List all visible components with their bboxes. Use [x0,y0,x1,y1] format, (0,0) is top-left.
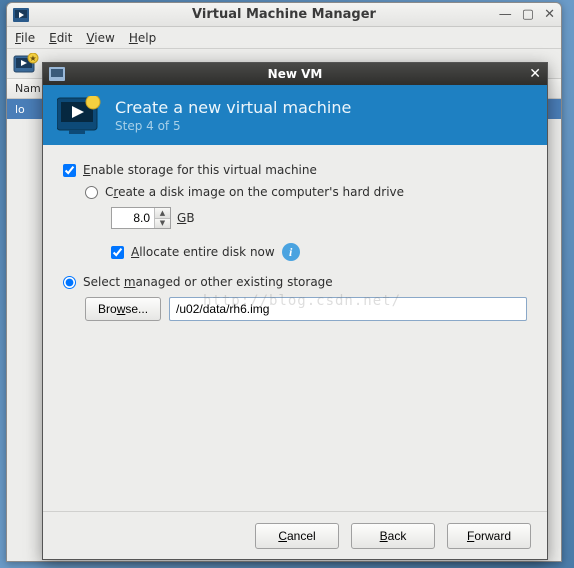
dialog-body: Enable storage for this virtual machine … [43,145,547,511]
menu-view[interactable]: View [86,31,114,45]
menu-help[interactable]: Help [129,31,156,45]
allocate-now-label: Allocate entire disk now [131,245,275,259]
storage-path-input[interactable] [169,297,527,321]
size-unit-label: GB [177,211,195,225]
minimize-icon[interactable]: — [499,7,512,22]
dialog-titlebar[interactable]: New VM ✕ [43,63,547,85]
enable-storage-checkbox[interactable] [63,164,76,177]
wizard-step: Step 4 of 5 [115,119,351,133]
create-disk-label: Create a disk image on the computer's ha… [105,185,404,199]
disk-size-input[interactable] [112,208,154,228]
browse-button[interactable]: Browse... [85,297,161,321]
list-header-name: Nam [15,82,41,95]
spin-down-icon[interactable]: ▼ [155,219,170,229]
select-managed-radio[interactable] [63,276,76,289]
wizard-header: Create a new virtual machine Step 4 of 5 [43,85,547,145]
wizard-title: Create a new virtual machine [115,98,351,117]
close-icon[interactable]: ✕ [544,7,555,22]
allocate-now-checkbox[interactable] [111,246,124,259]
app-icon [13,8,29,22]
create-disk-radio[interactable] [85,186,98,199]
new-vm-toolbar-icon[interactable]: ★ [13,53,39,75]
main-window-title: Virtual Machine Manager [7,7,561,22]
main-titlebar[interactable]: Virtual Machine Manager — ▢ ✕ [7,3,561,27]
list-item-label: lo [15,103,25,116]
dialog-close-icon[interactable]: ✕ [529,66,541,82]
enable-storage-label: Enable storage for this virtual machine [83,163,317,177]
menu-file[interactable]: File [15,31,35,45]
new-vm-dialog: New VM ✕ Create a new virtual machine St… [42,62,548,560]
back-button[interactable]: Back [351,523,435,549]
forward-button[interactable]: Forward [447,523,531,549]
wizard-header-icon [57,96,101,134]
disk-size-spinbox[interactable]: ▲ ▼ [111,207,171,229]
select-managed-label: Select managed or other existing storage [83,275,333,289]
info-icon[interactable]: i [282,243,300,261]
dialog-title: New VM [43,67,547,81]
menu-edit[interactable]: Edit [49,31,72,45]
dialog-footer: Cancel Back Forward [43,511,547,559]
menubar: File Edit View Help [7,27,561,49]
spin-up-icon[interactable]: ▲ [155,208,170,219]
svg-text:★: ★ [29,54,36,63]
maximize-icon[interactable]: ▢ [522,7,534,22]
dialog-app-icon [49,67,65,81]
cancel-button[interactable]: Cancel [255,523,339,549]
